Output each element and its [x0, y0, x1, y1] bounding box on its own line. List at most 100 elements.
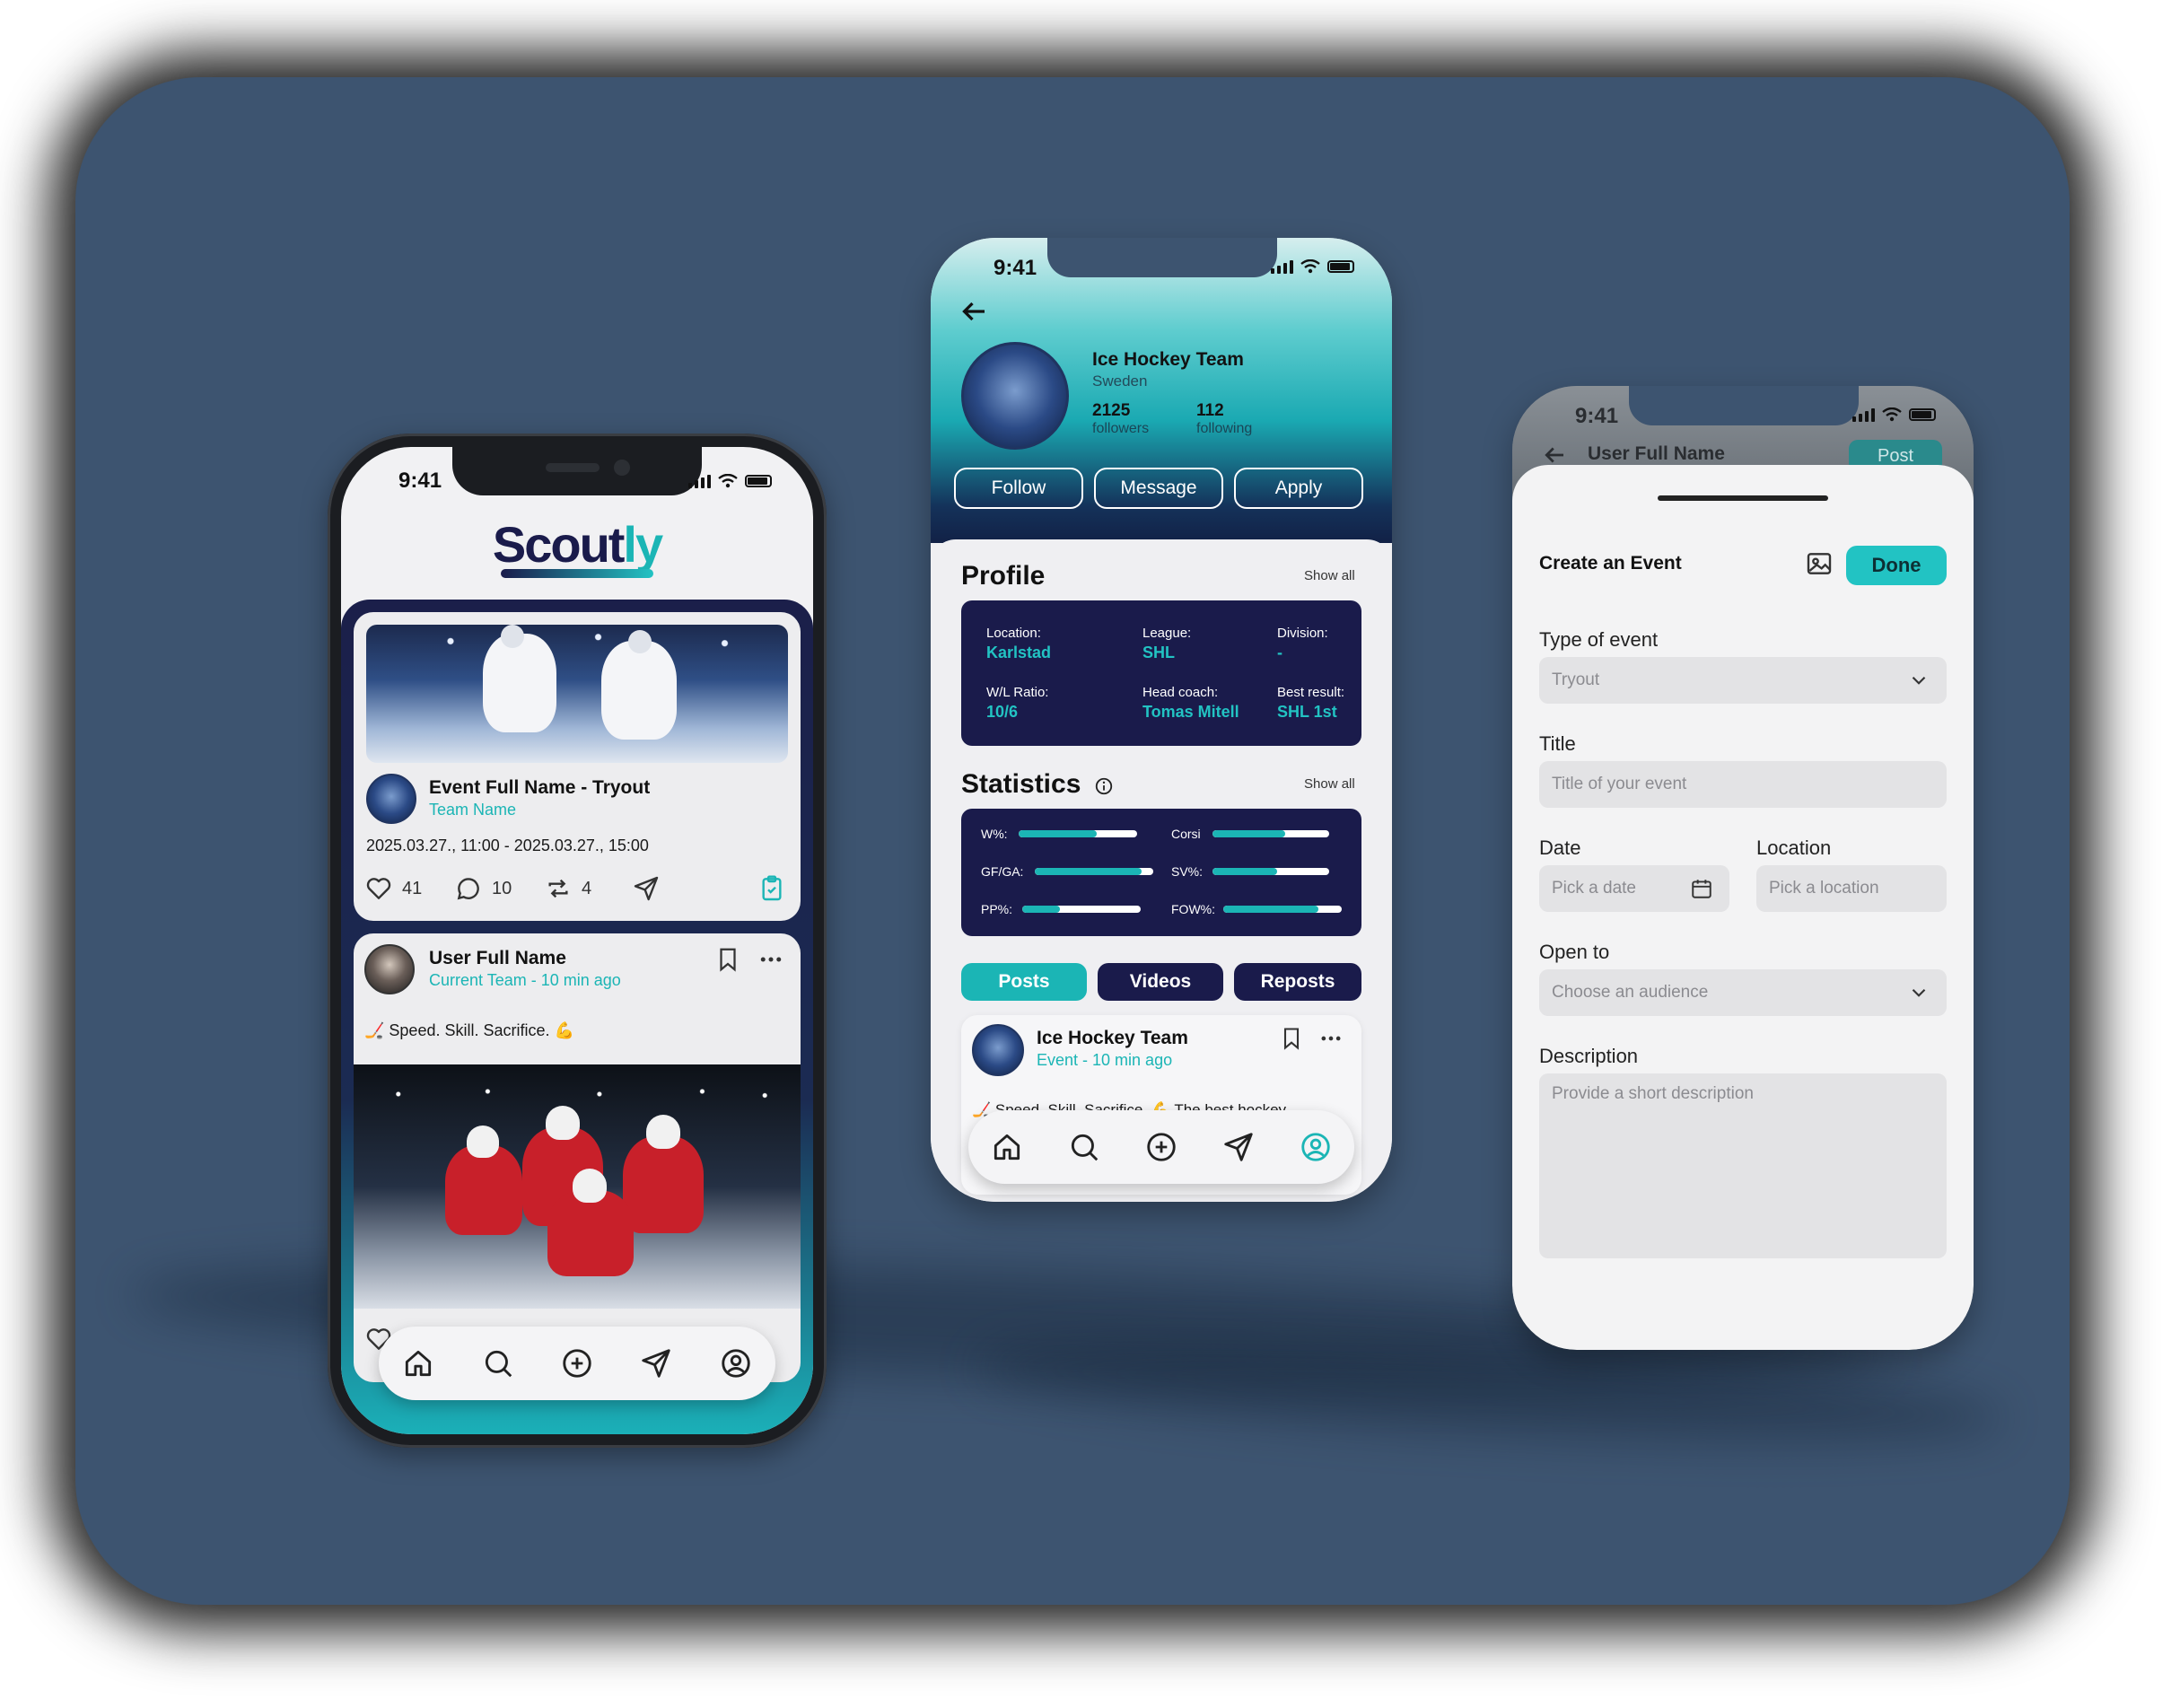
event-datetime: 2025.03.27., 11:00 - 2025.03.27., 15:00 — [366, 836, 649, 854]
league-value: SHL — [1142, 644, 1175, 661]
event-image — [366, 625, 788, 763]
create-event-sheet: Create an Event Done Type of event Tryou… — [1512, 465, 1974, 1350]
statistics-show-all[interactable]: Show all — [1304, 776, 1355, 792]
done-button[interactable]: Done — [1846, 546, 1947, 585]
status-time: 9:41 — [398, 469, 442, 493]
profile-icon[interactable] — [1299, 1130, 1333, 1164]
league-label: League: — [1142, 626, 1192, 641]
date-placeholder: Pick a date — [1552, 879, 1636, 898]
statistics-section-title: Statistics — [961, 769, 1081, 799]
phone-feed: 9:41 Scoutly Event Full Name - Tryout Te… — [328, 434, 827, 1448]
send-icon[interactable] — [639, 1346, 673, 1380]
comment-button[interactable]: 10 — [454, 874, 512, 903]
type-value: Tryout — [1552, 670, 1600, 689]
profile-show-all[interactable]: Show all — [1304, 568, 1355, 583]
phone-notch — [1629, 386, 1859, 425]
add-icon[interactable] — [560, 1346, 594, 1380]
followers-label: followers — [1092, 421, 1150, 436]
tab-videos[interactable]: Videos — [1098, 963, 1223, 1001]
bookmark-icon[interactable] — [714, 946, 741, 973]
more-icon[interactable] — [1317, 1026, 1345, 1051]
bookmark-icon[interactable] — [1279, 1026, 1304, 1051]
user-post-card[interactable]: User Full Name Current Team - 10 min ago… — [354, 933, 801, 1382]
status-icons — [1271, 259, 1354, 274]
title-label: Title — [1539, 732, 1576, 755]
tab-posts[interactable]: Posts — [961, 963, 1087, 1001]
team-avatar — [972, 1024, 1024, 1076]
heart-icon — [366, 878, 391, 899]
player-figure — [483, 634, 556, 732]
apply-button[interactable]: Apply — [1234, 468, 1363, 509]
open-to-label: Open to — [1539, 941, 1610, 963]
stat-label: GF/GA: — [981, 864, 1024, 879]
image-icon[interactable] — [1805, 549, 1834, 578]
battery-icon — [745, 475, 772, 487]
stat-bar — [1212, 868, 1329, 875]
helmet — [646, 1115, 680, 1149]
player-figure — [547, 1190, 634, 1276]
back-arrow-icon[interactable] — [958, 295, 990, 328]
title-input[interactable]: Title of your event — [1539, 761, 1947, 808]
tab-reposts[interactable]: Reposts — [1234, 963, 1361, 1001]
repost-button[interactable]: 4 — [544, 874, 591, 903]
division-value: - — [1277, 644, 1282, 661]
signal-icon — [1271, 259, 1293, 274]
date-picker[interactable]: Pick a date — [1539, 865, 1729, 912]
post-meta: Event - 10 min ago — [1037, 1051, 1173, 1069]
stat-bar — [1212, 830, 1329, 837]
profile-icon[interactable] — [719, 1346, 753, 1380]
event-post-card[interactable]: Event Full Name - Tryout Team Name 2025.… — [354, 612, 801, 921]
sheet-title: Create an Event — [1539, 553, 1682, 574]
audience-placeholder: Choose an audience — [1552, 983, 1709, 1002]
event-title[interactable]: Event Full Name - Tryout — [429, 777, 650, 799]
send-icon[interactable] — [1221, 1130, 1256, 1164]
apply-button[interactable] — [757, 874, 786, 903]
add-icon[interactable] — [1144, 1130, 1178, 1164]
profile-info-box: Location: Karlstad League: SHL Division:… — [961, 600, 1361, 746]
location-label: Location: — [986, 626, 1041, 641]
more-icon[interactable] — [756, 946, 786, 973]
share-button[interactable] — [632, 874, 661, 903]
logo-text: Scout — [492, 516, 626, 573]
arena-lights — [366, 625, 788, 666]
event-team[interactable]: Team Name — [429, 801, 516, 819]
user-avatar[interactable] — [364, 944, 415, 994]
follow-button[interactable]: Follow — [954, 468, 1083, 509]
user-name[interactable]: User Full Name — [429, 948, 566, 969]
helmet — [501, 625, 524, 648]
type-select[interactable]: Tryout — [1539, 657, 1947, 704]
info-icon[interactable] — [1094, 776, 1114, 796]
like-count: 41 — [402, 878, 423, 898]
helmet — [467, 1126, 499, 1158]
message-button[interactable]: Message — [1094, 468, 1223, 509]
stat-label: FOW%: — [1171, 902, 1215, 916]
logo-text-accent: ly — [623, 516, 663, 573]
helmet — [573, 1169, 607, 1203]
home-icon[interactable] — [401, 1346, 435, 1380]
wifi-icon — [1882, 407, 1902, 422]
like-button[interactable]: 41 — [364, 874, 422, 903]
stat-label: PP%: — [981, 902, 1013, 916]
search-icon[interactable] — [481, 1346, 515, 1380]
chevron-down-icon — [1912, 676, 1926, 685]
team-avatar[interactable] — [366, 774, 416, 824]
front-camera — [614, 460, 630, 476]
team-country: Sweden — [1092, 372, 1148, 390]
description-textarea[interactable]: Provide a short description — [1539, 1073, 1947, 1258]
bottom-nav — [379, 1327, 775, 1400]
location-input[interactable]: Pick a location — [1756, 865, 1947, 912]
user-meta: Current Team - 10 min ago — [429, 971, 621, 989]
status-time: 9:41 — [1575, 404, 1619, 428]
search-icon[interactable] — [1067, 1130, 1101, 1164]
division-label: Division: — [1277, 626, 1328, 641]
status-icons — [688, 474, 772, 488]
stat-fill — [1212, 830, 1285, 837]
stat-label: W%: — [981, 827, 1008, 841]
audience-select[interactable]: Choose an audience — [1539, 969, 1947, 1016]
battery-icon — [1909, 408, 1936, 421]
followers-count[interactable]: 2125 — [1092, 401, 1130, 421]
sheet-grabber[interactable] — [1658, 495, 1828, 501]
following-count[interactable]: 112 — [1196, 401, 1224, 421]
home-icon[interactable] — [990, 1130, 1024, 1164]
post-author[interactable]: Ice Hockey Team — [1037, 1028, 1188, 1049]
